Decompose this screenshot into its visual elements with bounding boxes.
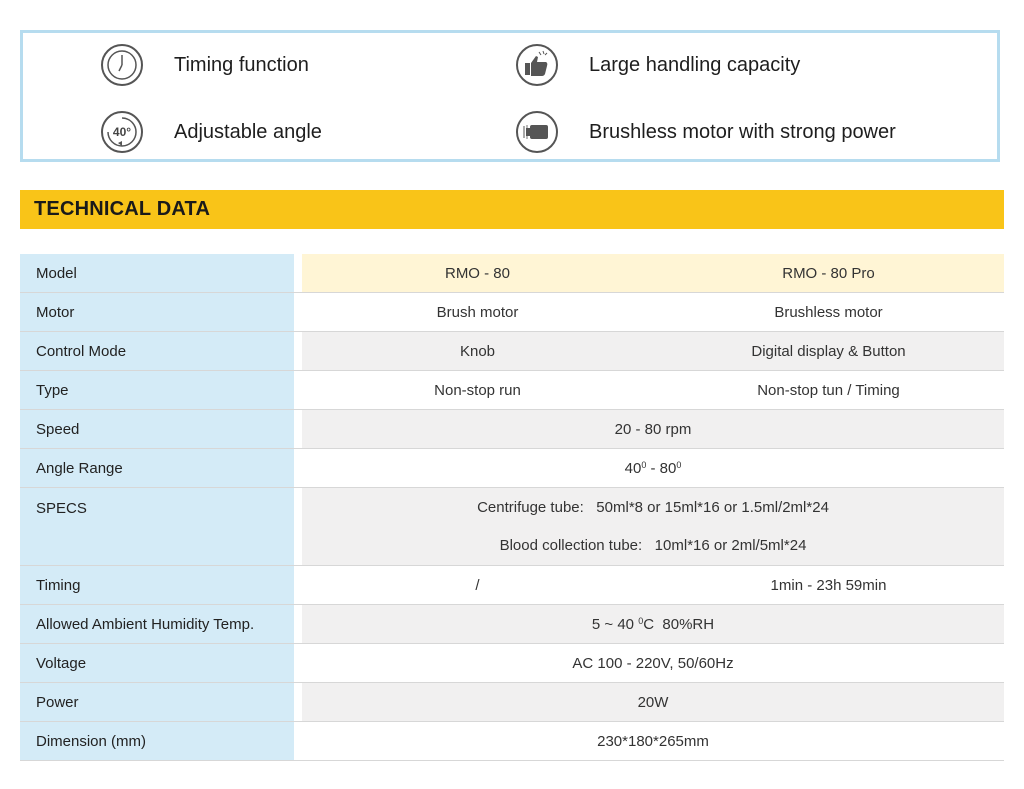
cell-ambient: 5 ~ 40 0C 80%RH bbox=[591, 615, 715, 633]
table-row-model: Model RMO - 80 RMO - 80 Pro bbox=[20, 254, 1004, 293]
table-row-motor: Motor Brush motor Brushless motor bbox=[20, 293, 1004, 332]
table-row-timing: Timing / 1min - 23h 59min bbox=[20, 566, 1004, 605]
feature-label: Large handling capacity bbox=[589, 53, 801, 76]
cell-motor-1: Brush motor bbox=[436, 303, 519, 321]
table-row-dimension: Dimension (mm) 230*180*265mm bbox=[20, 722, 1004, 761]
cell-specs: Centrifuge tube: 50ml*8 or 15ml*16 or 1.… bbox=[302, 488, 1004, 565]
table-row-specs: SPECS Centrifuge tube: 50ml*8 or 15ml*16… bbox=[20, 488, 1004, 566]
thumbs-up-icon bbox=[515, 43, 559, 87]
cell-dimension: 230*180*265mm bbox=[597, 732, 709, 750]
row-label: SPECS bbox=[20, 488, 294, 565]
row-label: Speed bbox=[20, 410, 294, 448]
motor-icon bbox=[515, 110, 559, 154]
cell-type-2: Non-stop tun / Timing bbox=[757, 381, 900, 399]
row-label: Motor bbox=[20, 293, 294, 331]
angle-40-icon: 40° bbox=[100, 110, 144, 154]
table-row-ambient: Allowed Ambient Humidity Temp. 5 ~ 40 0C… bbox=[20, 605, 1004, 644]
features-box: Timing function Large handling capacity … bbox=[20, 30, 1000, 162]
table-row-angle-range: Angle Range 40 0 - 80 0 bbox=[20, 449, 1004, 488]
row-label: Type bbox=[20, 371, 294, 409]
table-row-control-mode: Control Mode Knob Digital display & Butt… bbox=[20, 332, 1004, 371]
cell-type-1: Non-stop run bbox=[434, 381, 521, 399]
feature-label: Adjustable angle bbox=[174, 120, 322, 143]
feature-capacity: Large handling capacity bbox=[515, 43, 800, 87]
table-row-type: Type Non-stop run Non-stop tun / Timing bbox=[20, 371, 1004, 410]
row-label: Timing bbox=[20, 566, 294, 604]
table-row-voltage: Voltage AC 100 - 220V, 50/60Hz bbox=[20, 644, 1004, 683]
row-label: Voltage bbox=[20, 644, 294, 682]
section-header: TECHNICAL DATA bbox=[20, 190, 1004, 229]
cell-control-1: Knob bbox=[459, 342, 496, 360]
svg-text:40°: 40° bbox=[113, 125, 131, 139]
cell-timing-2: 1min - 23h 59min bbox=[770, 576, 887, 594]
row-label: Control Mode bbox=[20, 332, 294, 370]
cell-voltage: AC 100 - 220V, 50/60Hz bbox=[572, 654, 734, 672]
cell-motor-2: Brushless motor bbox=[774, 303, 883, 321]
row-label: Dimension (mm) bbox=[20, 722, 294, 760]
row-label: Allowed Ambient Humidity Temp. bbox=[20, 605, 294, 643]
row-label: Angle Range bbox=[20, 449, 294, 487]
cell-timing-1: / bbox=[475, 576, 480, 594]
section-title: TECHNICAL DATA bbox=[34, 198, 211, 220]
cell-model-1: RMO - 80 bbox=[444, 264, 510, 282]
row-label: Model bbox=[20, 254, 294, 292]
specs-line-centrifuge: Centrifuge tube: 50ml*8 or 15ml*16 or 1.… bbox=[477, 499, 829, 516]
feature-angle: 40° Adjustable angle bbox=[100, 110, 322, 154]
table-row-speed: Speed 20 - 80 rpm bbox=[20, 410, 1004, 449]
feature-label: Timing function bbox=[174, 53, 309, 76]
feature-timing: Timing function bbox=[100, 43, 309, 87]
feature-label: Brushless motor with strong power bbox=[589, 120, 896, 143]
specs-line-blood: Blood collection tube: 10ml*16 or 2ml/5m… bbox=[499, 537, 807, 554]
row-label: Power bbox=[20, 683, 294, 721]
clock-icon bbox=[100, 43, 144, 87]
cell-angle-range: 40 0 - 80 0 bbox=[624, 459, 682, 477]
technical-data-table: Model RMO - 80 RMO - 80 Pro Motor Brush … bbox=[20, 254, 1004, 761]
cell-control-2: Digital display & Button bbox=[751, 342, 906, 360]
cell-speed: 20 - 80 rpm bbox=[614, 420, 692, 438]
table-row-power: Power 20W bbox=[20, 683, 1004, 722]
feature-motor: Brushless motor with strong power bbox=[515, 110, 896, 154]
cell-model-2: RMO - 80 Pro bbox=[782, 264, 875, 282]
cell-power: 20W bbox=[637, 693, 669, 711]
